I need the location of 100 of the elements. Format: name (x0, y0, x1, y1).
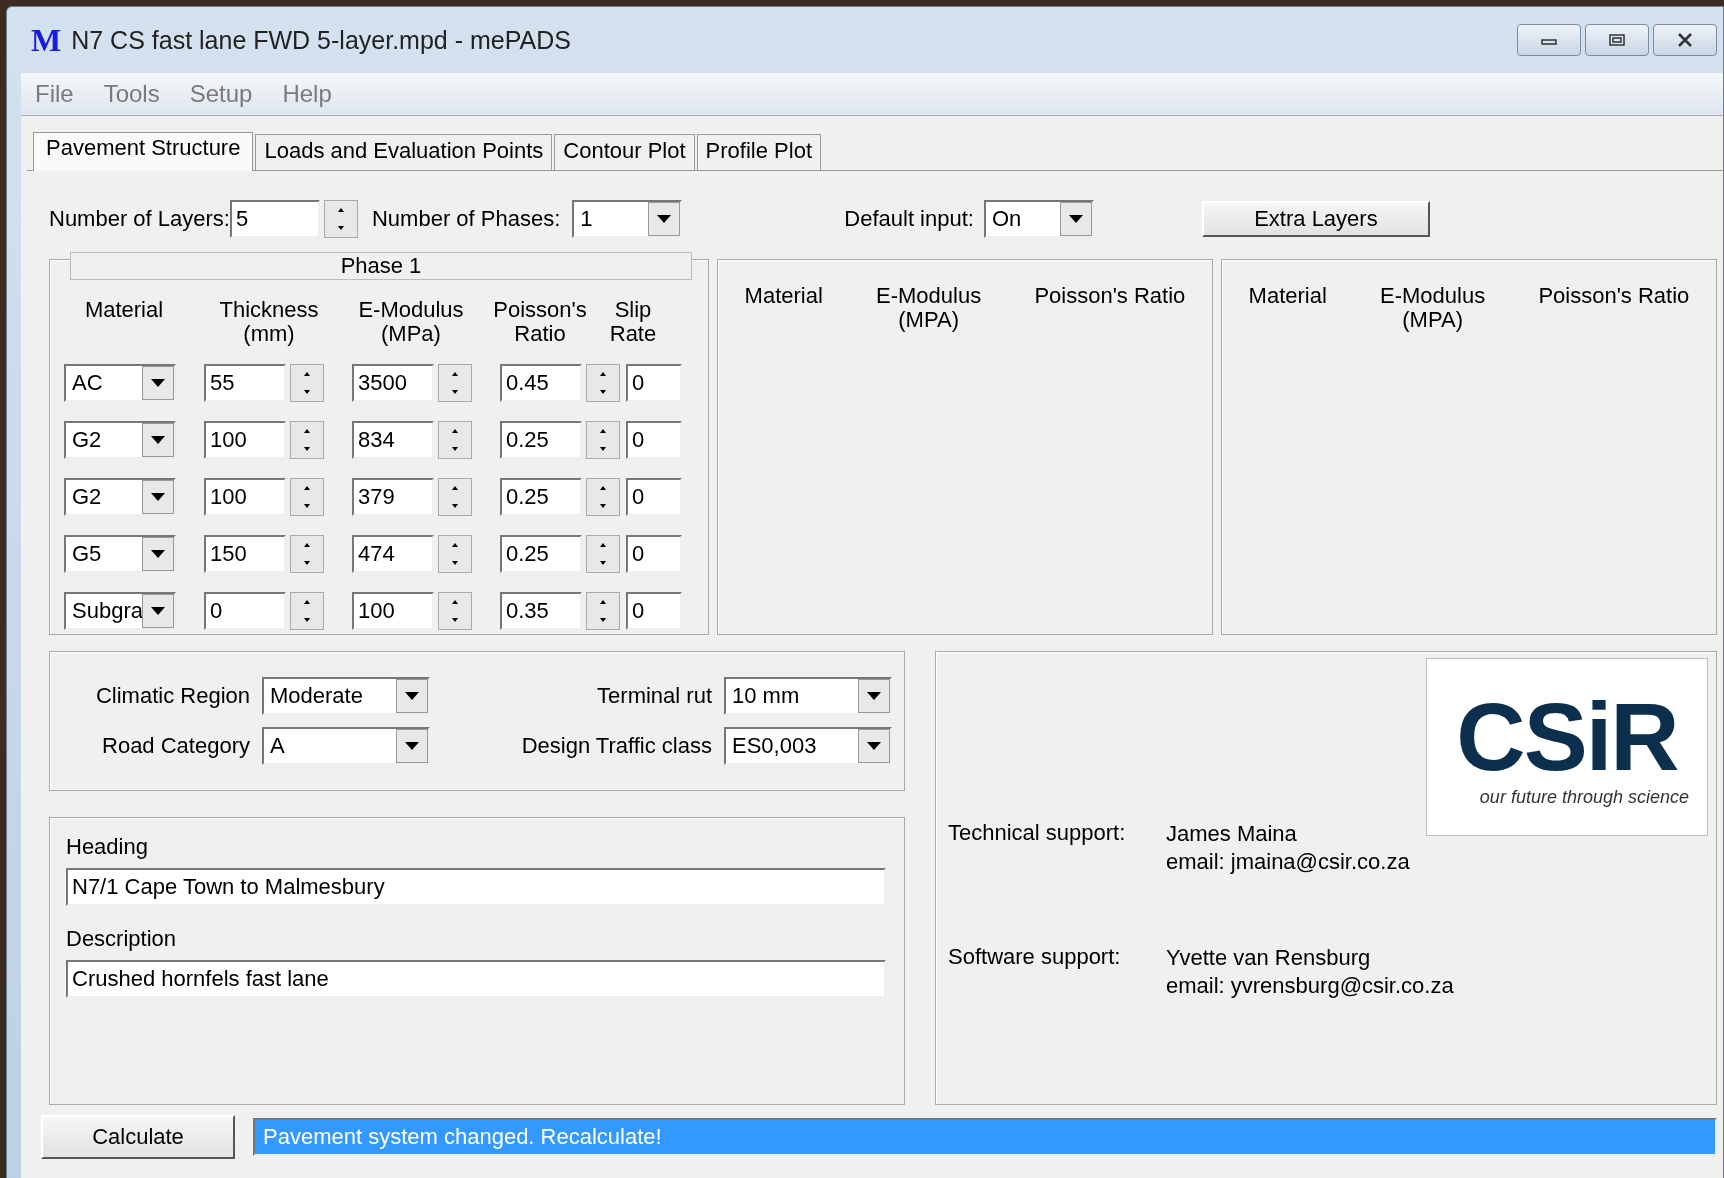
extra-layers-button[interactable]: Extra Layers (1201, 201, 1430, 237)
default-input-label: Default input: (844, 206, 974, 232)
caret-icon (867, 742, 881, 750)
material-dropdown[interactable]: G5 (64, 534, 176, 573)
layers-field[interactable]: 5 (229, 200, 320, 238)
column-header: Material (744, 284, 823, 308)
poisson-field[interactable]: 0.35 (500, 591, 582, 630)
spinner[interactable] (438, 477, 472, 516)
spinner[interactable] (438, 591, 472, 630)
slip-rate-field[interactable]: 0 (626, 363, 682, 402)
tab[interactable]: Pavement Structure (33, 132, 254, 171)
logo: CSiR our future through science (1426, 658, 1708, 836)
contact-email: email: yvrensburg@csir.co.za (1166, 972, 1454, 1000)
modulus-field[interactable]: 379 (352, 477, 434, 516)
modulus-field[interactable]: 474 (352, 534, 434, 573)
heading-label: Heading (66, 834, 149, 860)
slip-rate-field[interactable]: 0 (626, 591, 682, 630)
status-bar: Pavement system changed. Recalculate! (253, 1118, 1717, 1156)
caret-icon (867, 692, 881, 700)
heading-field[interactable]: N7/1 Cape Town to Malmesbury (66, 868, 886, 906)
menu-item[interactable]: File (35, 80, 74, 108)
maximize-button[interactable] (1585, 24, 1649, 56)
poisson-field[interactable]: 0.25 (500, 420, 582, 459)
thickness-field[interactable]: 100 (204, 420, 286, 459)
spinner[interactable] (438, 363, 472, 402)
contact-name: Yvette van Rensburg (1166, 944, 1372, 972)
slip-rate-field[interactable]: 0 (626, 477, 682, 516)
column-header: Poisson's Ratio (492, 298, 588, 346)
slip-rate-field[interactable]: 0 (626, 420, 682, 459)
thickness-field[interactable]: 150 (204, 534, 286, 573)
slip-rate-field[interactable]: 0 (626, 534, 682, 573)
poisson-field[interactable]: 0.25 (500, 534, 582, 573)
column-header: E-Modulus (MPA) (876, 284, 982, 332)
phases-label: Number of Phases: (371, 206, 561, 232)
climatic-region-dropdown[interactable]: Moderate (262, 677, 430, 715)
menu-item[interactable]: Help (282, 80, 332, 108)
column-header: Slip Rate (608, 298, 658, 346)
contact-name: James Maina (1166, 820, 1298, 848)
caret-icon (405, 742, 419, 750)
traffic-class-label: Design Traffic class (520, 733, 712, 759)
caret-icon (657, 215, 672, 223)
description-field[interactable]: Crushed hornfels fast lane (66, 960, 886, 998)
menu-item[interactable]: Setup (189, 80, 253, 108)
thickness-field[interactable]: 100 (204, 477, 286, 516)
calculate-button[interactable]: Calculate (41, 1115, 235, 1159)
minimize-button[interactable] (1517, 24, 1581, 56)
traffic-class-dropdown[interactable]: ES0,003 (724, 727, 892, 765)
poisson-field[interactable]: 0.25 (500, 477, 582, 516)
material-dropdown[interactable]: Subgra (64, 591, 176, 630)
layers-spinner[interactable] (323, 200, 358, 238)
close-icon (1675, 33, 1695, 47)
road-category-label: Road Category (101, 733, 250, 759)
layers-label: Number of Layers: (49, 206, 230, 232)
terminal-rut-label: Terminal rut (596, 683, 712, 709)
thickness-field[interactable]: 55 (204, 363, 286, 402)
window-title: N7 CS fast lane FWD 5-layer.mpd - mePADS (71, 25, 571, 55)
road-category-dropdown[interactable]: A (262, 727, 430, 765)
material-dropdown[interactable]: AC (64, 363, 176, 402)
menu-item[interactable]: Tools (103, 80, 160, 108)
spinner[interactable] (290, 420, 324, 459)
restore-icon (1607, 33, 1627, 47)
column-header: Thickness (mm) (218, 298, 320, 346)
column-header: Material (83, 298, 165, 322)
close-button[interactable] (1653, 24, 1717, 56)
spinner[interactable] (586, 363, 620, 402)
thickness-field[interactable]: 0 (204, 591, 286, 630)
support-label: Technical support: (948, 820, 1127, 847)
caret-icon (151, 435, 165, 444)
material-dropdown[interactable]: G2 (64, 477, 176, 516)
modulus-field[interactable]: 834 (352, 420, 434, 459)
tab[interactable]: Contour Plot (554, 134, 695, 170)
contact-email: email: jmaina@csir.co.za (1166, 848, 1410, 876)
app-icon: M (31, 21, 62, 59)
column-header: E-Modulus (MPA) (1380, 284, 1486, 332)
climatic-region-label: Climatic Region (94, 683, 250, 709)
tab[interactable]: Loads and Evaluation Points (255, 134, 553, 170)
caret-icon (1068, 215, 1083, 223)
spinner[interactable] (290, 591, 324, 630)
caret-icon (151, 606, 165, 615)
caret-icon (151, 549, 165, 558)
spinner[interactable] (290, 534, 324, 573)
spinner[interactable] (438, 534, 472, 573)
terminal-rut-dropdown[interactable]: 10 mm (724, 677, 892, 715)
spinner[interactable] (586, 591, 620, 630)
spinner[interactable] (438, 420, 472, 459)
modulus-field[interactable]: 100 (352, 591, 434, 630)
default-input-dropdown[interactable]: On (983, 200, 1094, 238)
spinner[interactable] (586, 477, 620, 516)
column-header: Material (1248, 284, 1327, 308)
phases-dropdown[interactable]: 1 (572, 200, 683, 238)
tab[interactable]: Profile Plot (696, 134, 821, 170)
phase-title: Phase 1 (70, 252, 692, 280)
caret-icon (151, 378, 165, 387)
poisson-field[interactable]: 0.45 (500, 363, 582, 402)
spinner[interactable] (586, 420, 620, 459)
spinner[interactable] (290, 477, 324, 516)
spinner[interactable] (290, 363, 324, 402)
material-dropdown[interactable]: G2 (64, 420, 176, 459)
modulus-field[interactable]: 3500 (352, 363, 434, 402)
spinner[interactable] (586, 534, 620, 573)
